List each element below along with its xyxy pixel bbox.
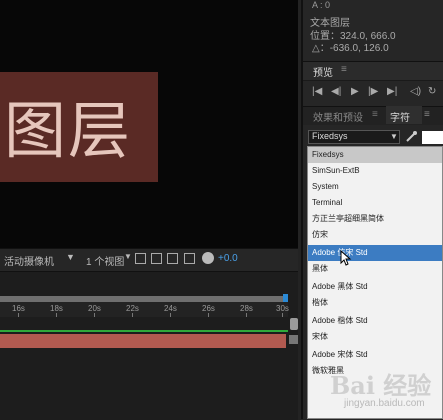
font-option[interactable]: 宋体	[308, 329, 442, 345]
font-option[interactable]: Adobe 楷体 Std	[308, 313, 442, 329]
font-option[interactable]: 楷体	[308, 295, 442, 311]
info-delta: △：-636.0, 126.0	[312, 43, 389, 54]
view-layout-select[interactable]: 1 个视图	[86, 253, 124, 268]
fill-color-swatch[interactable]	[422, 131, 443, 144]
font-option[interactable]: Terminal	[308, 195, 442, 211]
ruler-tick	[132, 313, 133, 317]
ruler-tick	[94, 313, 95, 317]
toggle-pixel-icon[interactable]	[135, 253, 146, 264]
ruler-tick-label: 28s	[240, 304, 253, 313]
font-option[interactable]: 黑体	[308, 261, 442, 277]
audio-icon[interactable]: ◁)	[410, 86, 421, 97]
eyedropper-icon[interactable]	[404, 130, 418, 144]
panel-menu-icon[interactable]: ≡	[372, 109, 378, 120]
font-option[interactable]: SimSun-ExtB	[308, 163, 442, 179]
camera-select[interactable]: 活动摄像机	[4, 253, 54, 268]
next-frame-button[interactable]: |▶	[368, 86, 378, 97]
ruler-tick-label: 18s	[50, 304, 63, 313]
ruler-tick	[208, 313, 209, 317]
ruler-tick	[246, 313, 247, 317]
font-option[interactable]: Adobe 宋体 Std	[308, 347, 442, 363]
comp-duration-line	[0, 330, 288, 332]
tab-effects-presets[interactable]: 效果和预设	[313, 109, 363, 124]
last-frame-button[interactable]: ▶|	[387, 86, 397, 97]
tab-character[interactable]: 字符	[390, 109, 410, 124]
layer-duration-bar[interactable]	[0, 334, 286, 348]
ruler-tick-label: 24s	[164, 304, 177, 313]
text-layer-content[interactable]: 图层	[4, 80, 132, 170]
ruler-tick	[282, 313, 283, 317]
3d-view-icon[interactable]	[167, 253, 178, 264]
ruler-tick	[18, 313, 19, 317]
ruler-tick-label: 20s	[88, 304, 101, 313]
ruler-tick	[56, 313, 57, 317]
ruler-tick-label: 26s	[202, 304, 215, 313]
exposure-icon[interactable]	[202, 252, 214, 264]
chevron-down-icon[interactable]: ▼	[124, 252, 132, 261]
loop-icon[interactable]: ↻	[428, 86, 436, 97]
previous-frame-button[interactable]: ◀|	[331, 86, 341, 97]
info-alpha-value: A : 0	[312, 0, 331, 10]
preview-panel-title[interactable]: 预览	[313, 64, 333, 79]
font-option[interactable]: Adobe 黑体 Std	[308, 279, 442, 295]
font-family-value: Fixedsys	[312, 131, 348, 141]
work-area-end-handle[interactable]	[283, 294, 288, 302]
flowchart-icon[interactable]	[184, 253, 195, 264]
play-button[interactable]: ▶	[351, 86, 359, 97]
region-icon[interactable]	[151, 253, 162, 264]
watermark-logo: Bai 经验	[330, 371, 432, 400]
font-option[interactable]: 方正兰亭超细黑简体	[308, 211, 442, 227]
ruler-tick-label: 30s	[276, 304, 289, 313]
comp-button-icon[interactable]	[289, 335, 298, 344]
watermark-url: jingyan.baidu.com	[344, 398, 425, 409]
font-option[interactable]: 仿宋	[308, 227, 442, 243]
mouse-cursor-icon	[340, 250, 352, 266]
first-frame-button[interactable]: |◀	[312, 86, 322, 97]
ruler-tick-label: 16s	[12, 304, 25, 313]
font-option[interactable]: Fixedsys	[308, 147, 442, 163]
ruler-tick-label: 22s	[126, 304, 139, 313]
panel-menu-icon[interactable]: ≡	[341, 64, 347, 75]
chevron-down-icon[interactable]: ▼	[390, 132, 398, 141]
font-option-selected[interactable]: Adobe 仿宋 Std	[308, 245, 442, 261]
exposure-value[interactable]: +0.0	[218, 253, 238, 264]
panel-menu-icon[interactable]: ≡	[424, 109, 430, 120]
chevron-down-icon[interactable]: ▼	[66, 252, 75, 262]
font-option[interactable]: System	[308, 179, 442, 195]
timeline-zoom-handle[interactable]	[290, 318, 298, 330]
ruler-tick	[170, 313, 171, 317]
